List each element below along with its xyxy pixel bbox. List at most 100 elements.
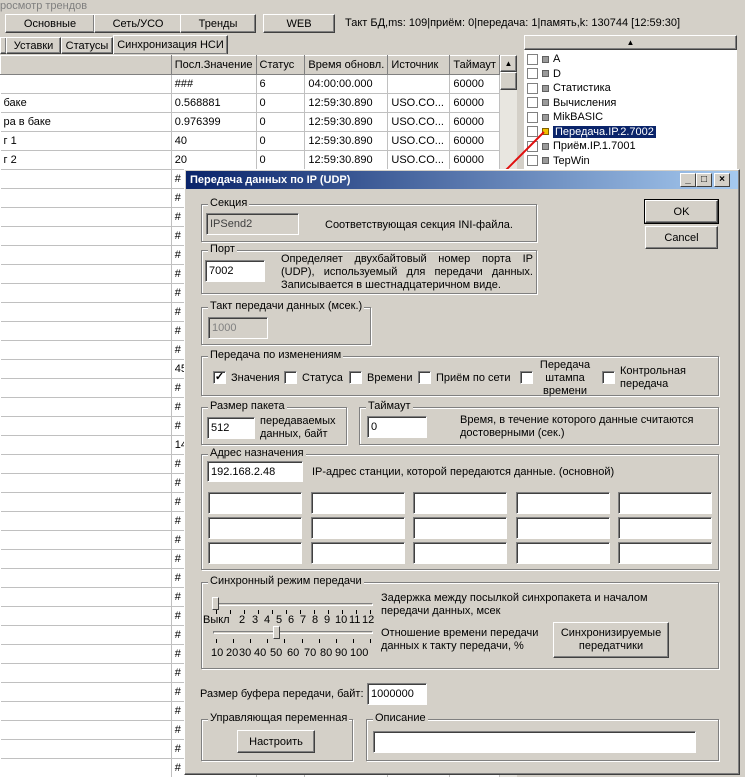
- timeout-field[interactable]: 0: [367, 416, 427, 438]
- tree-scroll-up-icon[interactable]: ▲: [524, 35, 737, 50]
- port-field[interactable]: 7002: [205, 260, 265, 282]
- table-row[interactable]: г 2 20 0 12:59:30.890 USO.CO... 60000: [0, 150, 500, 170]
- cell-name: [0, 720, 172, 740]
- slider-scale-label: Выкл: [203, 614, 230, 626]
- scroll-thumb[interactable]: [500, 72, 517, 90]
- table-row[interactable]: баке 0.568881 0 12:59:30.890 USO.CO... 60000: [0, 93, 500, 113]
- maximize-icon[interactable]: □: [696, 173, 712, 187]
- ratio-slider-track[interactable]: [213, 631, 373, 634]
- toolbar-button-trends[interactable]: Тренды: [180, 14, 256, 33]
- tree-item-checkbox[interactable]: [527, 82, 538, 94]
- column-header-timeout[interactable]: Таймаут: [449, 55, 500, 75]
- tree-item[interactable]: Статистика: [527, 81, 611, 95]
- port-group-title: Порт: [208, 243, 237, 255]
- buffer-size-field[interactable]: 1000000: [367, 683, 427, 705]
- timestamp-checkbox[interactable]: [520, 371, 533, 384]
- values-checkbox[interactable]: ✓: [213, 371, 226, 384]
- dialog-title-bar[interactable]: Передача данных по IP (UDP) _ □ ×: [186, 171, 738, 189]
- scroll-up-icon[interactable]: ▲: [500, 55, 517, 72]
- column-header-name[interactable]: [0, 55, 172, 75]
- table-row[interactable]: ра в баке 0.976399 0 12:59:30.890 USO.CO... 6…: [0, 112, 500, 132]
- extra-address-field[interactable]: [311, 517, 405, 539]
- minimize-icon[interactable]: _: [680, 173, 696, 187]
- packet-size-field[interactable]: 512: [207, 417, 255, 439]
- extra-address-field[interactable]: [516, 517, 610, 539]
- configure-button[interactable]: Настроить: [237, 730, 315, 753]
- ok-button[interactable]: OK: [644, 199, 719, 224]
- table-header-row: Посл.Значение Статус Время обновл. Источ…: [0, 55, 500, 75]
- slider-scale-label: 10: [211, 647, 224, 659]
- cell-value: 20: [171, 150, 257, 170]
- extra-address-field[interactable]: [208, 492, 302, 514]
- net-receive-checkbox[interactable]: [418, 371, 431, 384]
- slider-tick: [286, 610, 287, 614]
- tree-item[interactable]: D: [527, 67, 561, 81]
- cell-source: USO.CO...: [387, 150, 451, 170]
- toolbar-button-main[interactable]: Основные: [5, 14, 95, 33]
- control-send-checkbox[interactable]: [602, 371, 615, 384]
- timeout-description: Время, в течение которого данные считают…: [460, 414, 694, 439]
- module-icon: [542, 70, 549, 77]
- cell-name: [0, 568, 172, 588]
- description-field[interactable]: [373, 731, 696, 753]
- extra-address-field[interactable]: [311, 492, 405, 514]
- cell-status: 0: [256, 93, 306, 113]
- dialog-title: Передача данных по IP (UDP): [190, 174, 351, 186]
- cell-name: [0, 226, 172, 246]
- tree-item[interactable]: MikBASIC: [527, 110, 603, 124]
- slider-scale-label: 11: [349, 614, 361, 626]
- extra-address-field[interactable]: [413, 492, 507, 514]
- table-row[interactable]: ### 6 04:00:00.000 60000: [0, 74, 500, 94]
- cell-time: 12:59:30.890: [304, 112, 389, 132]
- tab-setpoints[interactable]: Уставки: [6, 37, 61, 54]
- extra-address-field[interactable]: [413, 542, 507, 564]
- delay-slider-track[interactable]: [213, 603, 373, 606]
- tab-statuses[interactable]: Статусы: [61, 37, 113, 54]
- column-header-source[interactable]: Источник: [387, 55, 451, 75]
- sync-transmitters-button[interactable]: Синхронизируемые передатчики: [553, 622, 669, 658]
- tree-item-checkbox[interactable]: [527, 68, 538, 79]
- toolbar-button-net[interactable]: Сеть/УСО: [94, 14, 182, 33]
- extra-address-field[interactable]: [618, 542, 712, 564]
- extra-address-field[interactable]: [516, 492, 610, 514]
- cell-name: [0, 682, 172, 702]
- extra-address-field[interactable]: [413, 517, 507, 539]
- status-text: Такт БД,ms: 109|приём: 0|передача: 1|пам…: [345, 17, 681, 29]
- time-checkbox[interactable]: [349, 371, 362, 384]
- module-icon: [542, 55, 549, 63]
- delay-slider-thumb[interactable]: [212, 597, 219, 610]
- module-icon: [542, 99, 549, 106]
- cell-timeout: 60000: [449, 74, 500, 94]
- column-header-time[interactable]: Время обновл.: [304, 55, 389, 75]
- cell-status: 0: [256, 150, 306, 170]
- ratio-slider-thumb[interactable]: [273, 626, 280, 639]
- tab-nsi-sync[interactable]: Синхронизация НСИ: [113, 35, 228, 54]
- tree-item-checkbox[interactable]: [527, 97, 538, 108]
- tree-item[interactable]: Вычисления: [527, 96, 616, 110]
- cancel-button[interactable]: Cancel: [645, 226, 718, 249]
- extra-address-field[interactable]: [311, 542, 405, 564]
- column-header-status[interactable]: Статус: [255, 55, 306, 75]
- table-row[interactable]: г 1 40 0 12:59:30.890 USO.CO... 60000: [0, 131, 500, 151]
- tree-item-label: D: [553, 67, 561, 80]
- slider-scale-label: 8: [312, 614, 319, 626]
- column-header-value[interactable]: Посл.Значение: [170, 55, 257, 75]
- main-address-field[interactable]: 192.168.2.48: [207, 461, 303, 482]
- values-label: Значения: [231, 372, 280, 384]
- toolbar-button-web[interactable]: WEB: [263, 14, 335, 33]
- tree-item-checkbox[interactable]: [527, 53, 538, 65]
- cell-name: г 1: [0, 131, 172, 151]
- extra-address-field[interactable]: [618, 492, 712, 514]
- extra-address-field[interactable]: [208, 542, 302, 564]
- cell-name: [0, 454, 172, 474]
- extra-address-field[interactable]: [618, 517, 712, 539]
- module-icon: [542, 113, 549, 121]
- close-icon[interactable]: ×: [714, 173, 730, 187]
- slider-scale-label: 70: [304, 647, 317, 659]
- slider-tick: [370, 639, 371, 643]
- extra-address-field[interactable]: [208, 517, 302, 539]
- tree-item-checkbox[interactable]: [527, 111, 538, 123]
- tree-item[interactable]: A: [527, 52, 560, 66]
- extra-address-field[interactable]: [516, 542, 610, 564]
- status-checkbox[interactable]: [284, 371, 297, 384]
